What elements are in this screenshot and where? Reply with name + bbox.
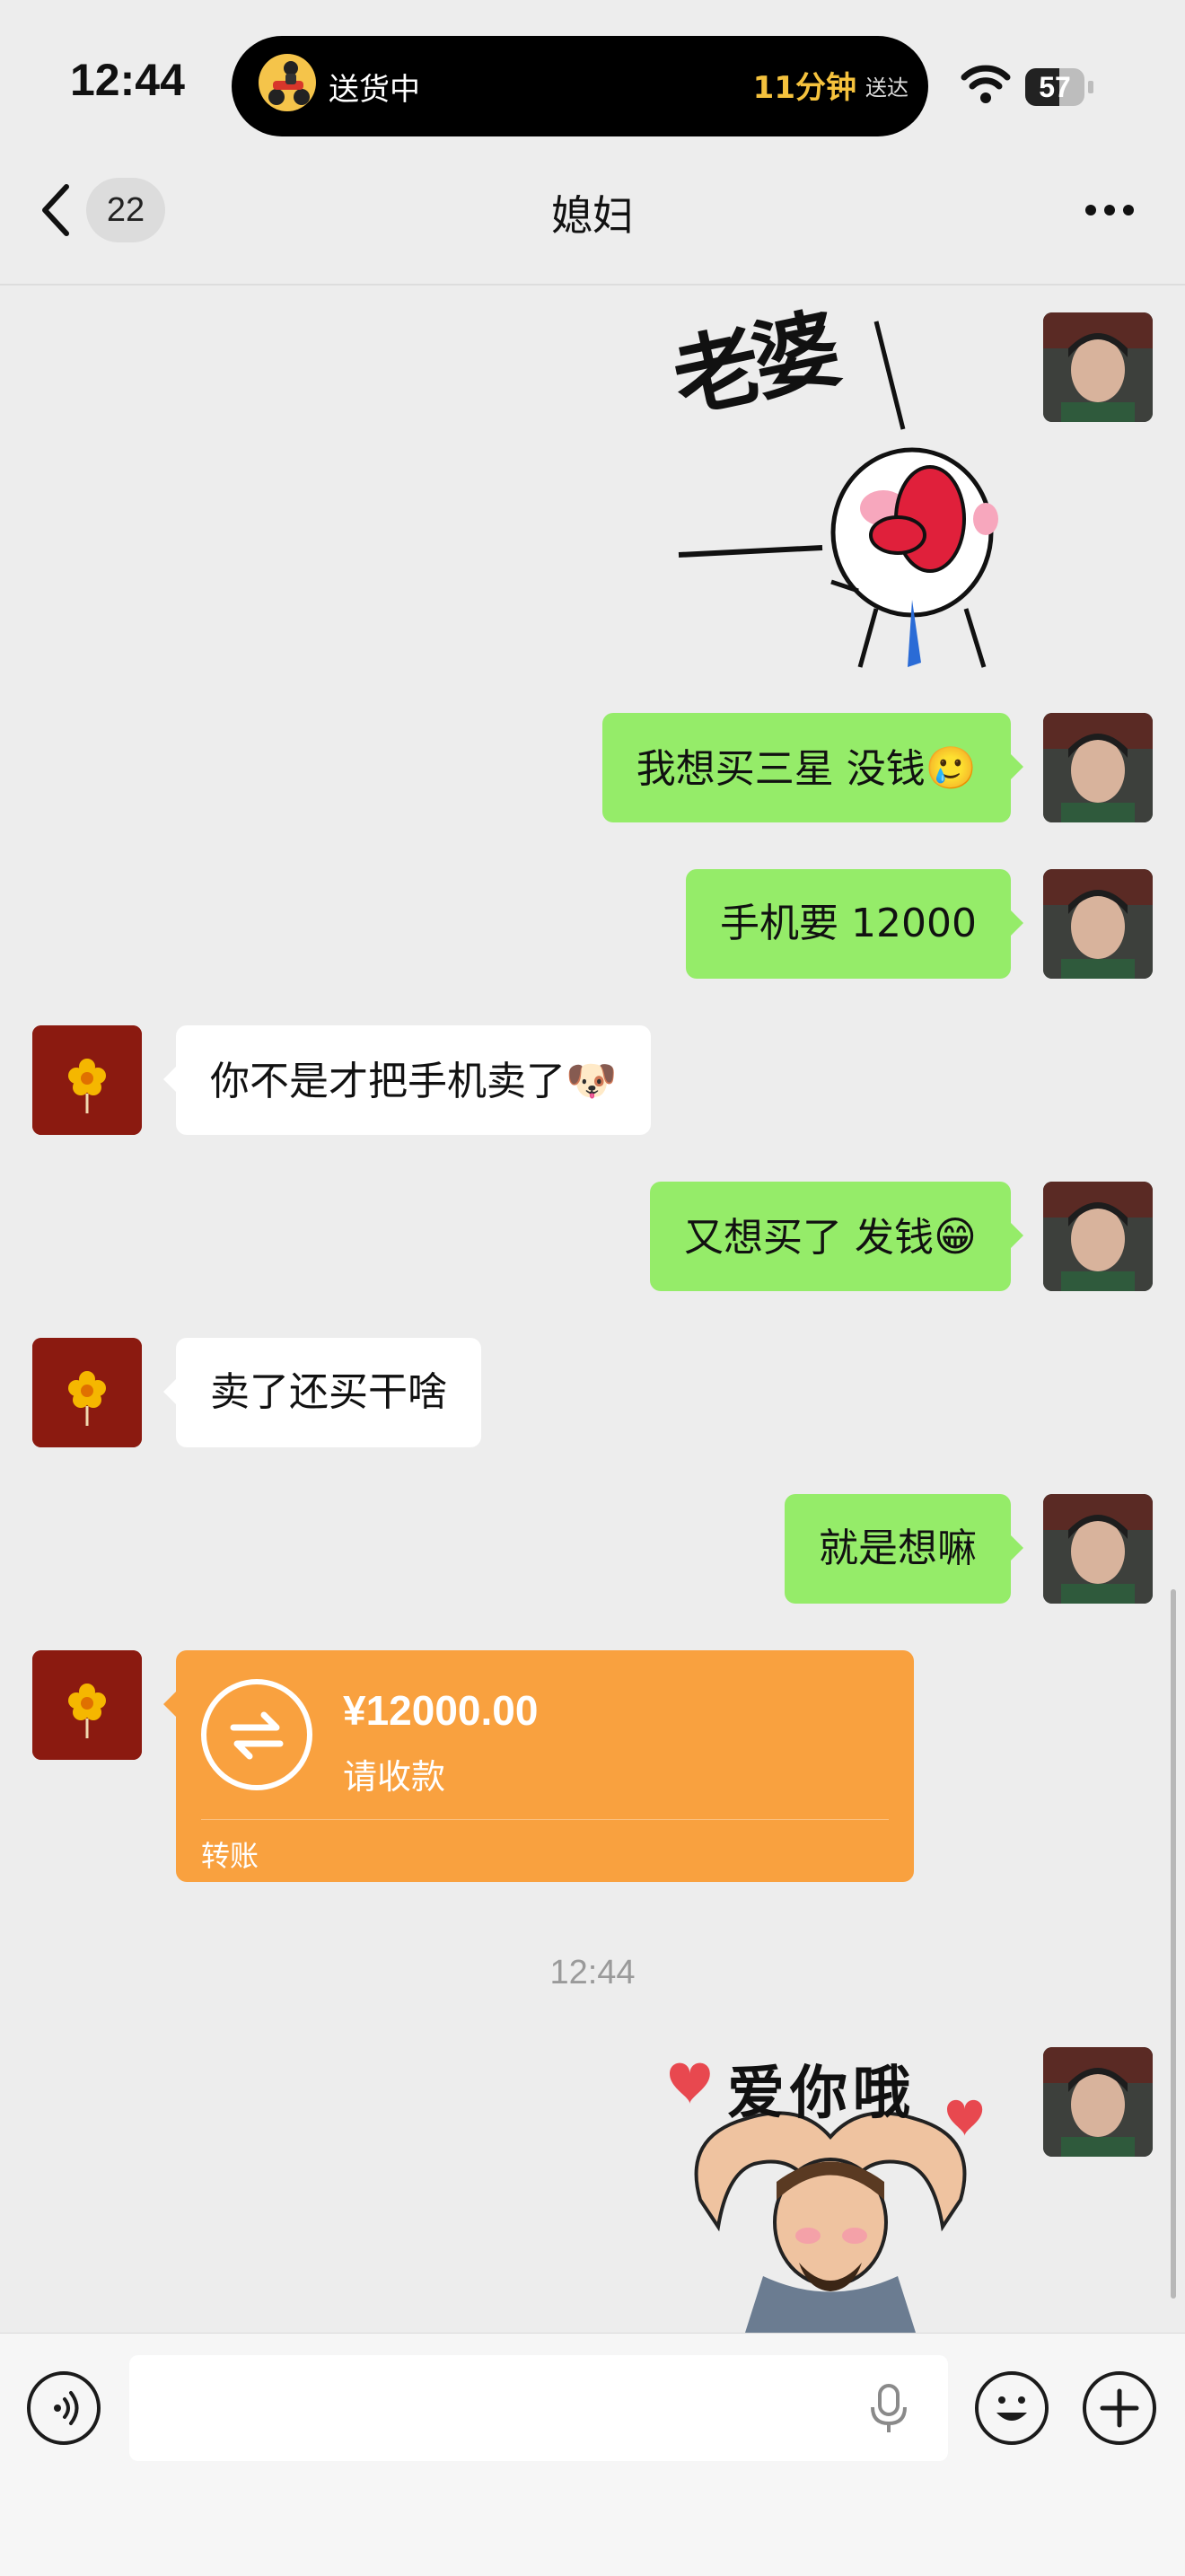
battery-percent: 57 (1039, 71, 1071, 103)
message-text: 手机要 12000 (720, 901, 977, 946)
scrollbar[interactable] (1171, 1589, 1176, 2299)
emoji: 😁 (934, 1212, 977, 1261)
my-avatar[interactable] (1043, 2047, 1153, 2157)
battery-indicator: 57 (1025, 68, 1084, 106)
nav-divider (0, 284, 1185, 286)
delivery-live-activity[interactable]: 送货中 11分钟 送达 (232, 36, 928, 136)
plus-button[interactable] (1083, 2371, 1156, 2445)
wife-avatar[interactable] (32, 1025, 142, 1135)
delivery-status-label: 送货中 (329, 72, 420, 108)
sticker-text: 爱你哦 (727, 2060, 916, 2127)
her-message-bubble[interactable]: 你不是才把手机卖了🐶 (162, 1025, 652, 1135)
input-bar (0, 2333, 1185, 2576)
transfer-amount: ¥12000.00 (343, 1687, 539, 1734)
message-text: 又想买了 发钱 (684, 1215, 935, 1261)
my-avatar[interactable] (1043, 713, 1153, 822)
my-message-bubble[interactable]: 就是想嘛 (785, 1494, 1023, 1604)
delivery-eta-suffix: 送达 (865, 75, 908, 101)
plus-icon (1100, 2388, 1139, 2428)
her-message-bubble[interactable]: 卖了还买干啥 (163, 1338, 481, 1447)
my-message-bubble[interactable]: 手机要 12000 (686, 869, 1023, 979)
wife-avatar[interactable] (32, 1650, 142, 1760)
my-avatar[interactable] (1043, 1494, 1153, 1604)
transfer-divider (201, 1819, 889, 1820)
message-input[interactable] (129, 2355, 948, 2461)
my-message-bubble[interactable]: 我想买三星 没钱🥲 (601, 713, 1024, 822)
my-avatar[interactable] (1043, 869, 1153, 979)
my-avatar[interactable] (1043, 312, 1153, 422)
more-dots-icon[interactable] (1084, 203, 1135, 221)
voice-icon (54, 2391, 79, 2425)
message-timestamp: 12:44 (549, 1954, 636, 1991)
sticker-message[interactable]: 老婆 (652, 298, 1011, 672)
transfer-label: 转账 (201, 1839, 259, 1873)
message-text: 卖了还买干啥 (210, 1369, 447, 1415)
transfer-card[interactable]: ¥12000.00 请收款 转账 (163, 1650, 914, 1882)
my-message-bubble[interactable]: 又想买了 发钱😁 (650, 1182, 1023, 1291)
my-avatar[interactable] (1043, 1182, 1153, 1291)
wifi-icon (961, 65, 1011, 108)
voice-button[interactable] (27, 2371, 101, 2445)
transfer-status: 请收款 (343, 1757, 446, 1797)
emoji-button[interactable] (975, 2371, 1049, 2445)
message-text: 我想买三星 没钱 (636, 746, 926, 792)
battery-tip (1088, 81, 1093, 93)
emoji: 🐶 (566, 1056, 618, 1104)
wife-avatar[interactable] (32, 1338, 142, 1447)
emoji: 🥲 (925, 743, 977, 792)
delivery-rider-icon (259, 54, 316, 111)
chat-title: 媳妇 (551, 191, 634, 240)
sticker-message[interactable]: 爱你哦 (664, 2047, 996, 2333)
message-text: 你不是才把手机卖了 (210, 1059, 566, 1104)
status-time: 12:44 (70, 55, 185, 105)
microphone-icon[interactable] (867, 2382, 910, 2440)
delivery-eta-minutes: 11分钟 (752, 70, 856, 106)
transfer-arrows-icon (201, 1679, 312, 1790)
message-text: 就是想嘛 (819, 1525, 977, 1571)
emoji-icon (996, 2396, 1027, 2421)
